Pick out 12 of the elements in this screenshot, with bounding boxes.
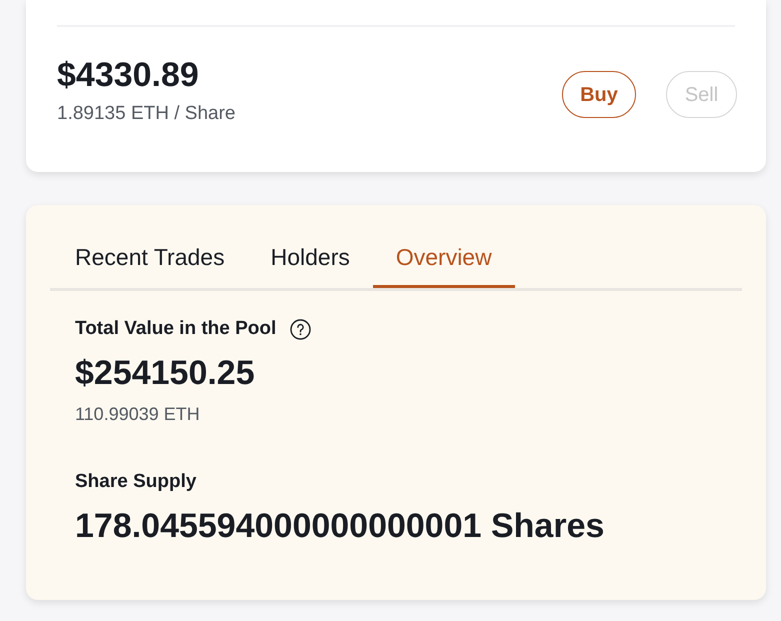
eth-per-share: 1.89135 ETH / Share [57,102,236,126]
trade-button[interactable]: Buy [562,71,636,118]
help-icon[interactable] [290,318,312,340]
stat-secondary: 110.99039 ETH [75,403,201,426]
tab[interactable]: Holders [248,235,373,288]
stat-value: $254150.25 [75,353,256,394]
tab[interactable]: Overview [372,235,515,288]
share-price: $4330.89 [57,55,200,95]
stat-value: 178.045594000000000001 Shares [75,506,606,547]
tab[interactable]: Recent Trades [52,235,248,288]
stat-label: Share Supply [75,470,196,494]
stat-label: Total Value in the Pool [75,317,276,341]
